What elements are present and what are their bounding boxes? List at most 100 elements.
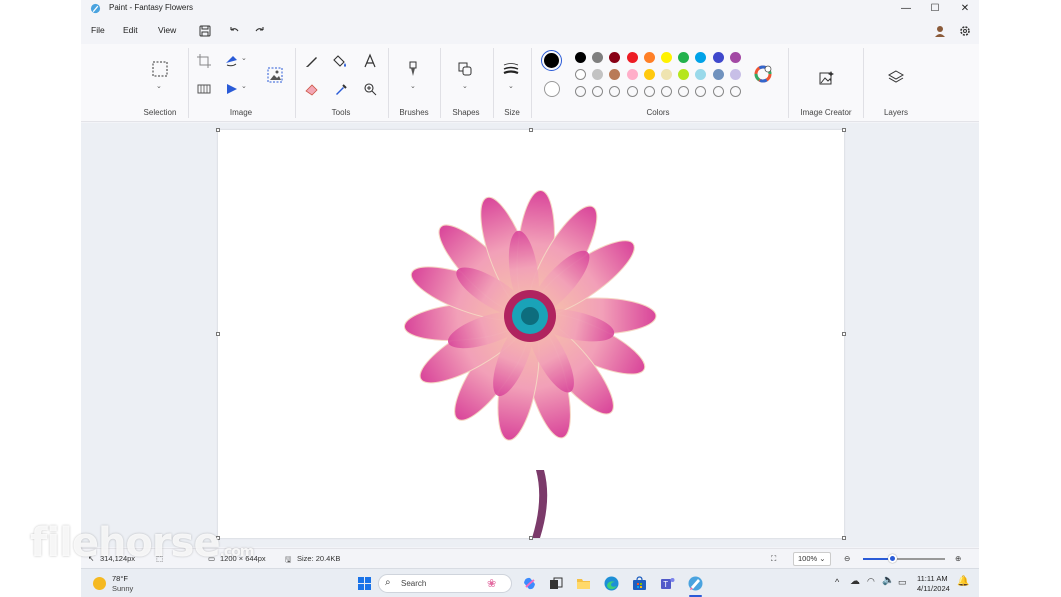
custom-color-slot[interactable] xyxy=(592,86,604,97)
color-swatch[interactable] xyxy=(609,52,621,63)
color-swatch[interactable] xyxy=(661,52,672,63)
size-chevron-down-icon[interactable]: ⌄ xyxy=(508,82,514,90)
weather-sun-icon[interactable] xyxy=(93,577,106,590)
image-creator-icon[interactable] xyxy=(817,69,835,87)
custom-color-slot[interactable] xyxy=(575,86,586,97)
flip-chevron-down-icon[interactable]: ⌄ xyxy=(241,82,247,90)
edge-icon[interactable] xyxy=(603,575,620,592)
color-picker-icon[interactable] xyxy=(332,80,350,98)
task-view-icon[interactable] xyxy=(547,575,564,592)
zoom-slider[interactable] xyxy=(863,554,945,563)
menu-file[interactable]: File xyxy=(91,25,105,35)
start-windows-icon[interactable] xyxy=(356,575,373,592)
brushes-chevron-down-icon[interactable]: ⌄ xyxy=(410,82,416,90)
taskbar-search[interactable]: ⌕ Search ❀ xyxy=(378,574,512,593)
color-swatch[interactable] xyxy=(643,69,655,80)
menu-view[interactable]: View xyxy=(158,25,176,35)
zoom-in-icon[interactable]: ⊕ xyxy=(955,554,961,563)
color-swatch[interactable] xyxy=(695,52,707,63)
size-icon[interactable] xyxy=(502,60,520,78)
custom-color-slot[interactable] xyxy=(695,86,707,97)
notification-bell-icon[interactable]: 🔔 xyxy=(957,576,969,587)
resize-handle[interactable] xyxy=(529,128,533,132)
resize-handle[interactable] xyxy=(216,128,220,132)
color-swatch[interactable] xyxy=(609,69,621,80)
color-swatch[interactable] xyxy=(729,52,741,63)
weather-temp[interactable]: 78°F xyxy=(112,574,128,583)
secondary-color-selector[interactable] xyxy=(544,81,560,97)
color-swatch[interactable] xyxy=(575,52,586,63)
custom-color-slot[interactable] xyxy=(678,86,690,97)
battery-icon[interactable]: ▭ xyxy=(898,577,907,588)
flip-icon[interactable] xyxy=(223,80,241,98)
rotate-chevron-down-icon[interactable]: ⌄ xyxy=(241,54,247,62)
color-swatch[interactable] xyxy=(626,69,638,80)
selection-chevron-down-icon[interactable]: ⌄ xyxy=(156,82,162,90)
store-icon[interactable] xyxy=(631,575,648,592)
pencil-icon[interactable] xyxy=(303,52,321,70)
color-swatch[interactable] xyxy=(643,52,655,63)
color-swatch[interactable] xyxy=(575,69,586,80)
paint-taskbar-icon[interactable] xyxy=(687,575,704,592)
edit-colors-icon[interactable] xyxy=(754,65,772,83)
resize-handle[interactable] xyxy=(216,332,220,336)
color-swatch[interactable] xyxy=(712,52,724,63)
custom-color-slot[interactable] xyxy=(712,86,724,97)
teams-icon[interactable]: T xyxy=(659,575,676,592)
color-swatch[interactable] xyxy=(592,52,604,63)
image-background-icon[interactable] xyxy=(266,66,284,84)
rotate-icon[interactable] xyxy=(223,52,241,70)
redo-icon[interactable] xyxy=(253,24,267,38)
minimize-button[interactable]: — xyxy=(891,1,921,16)
close-button[interactable]: ✕ xyxy=(950,1,979,16)
profile-icon[interactable] xyxy=(933,24,947,38)
volume-icon[interactable]: 🔈 xyxy=(882,575,894,586)
weather-condition[interactable]: Sunny xyxy=(112,584,133,593)
color-swatch[interactable] xyxy=(626,52,638,63)
custom-color-slot[interactable] xyxy=(626,86,638,97)
fill-icon[interactable] xyxy=(332,52,350,70)
save-icon[interactable] xyxy=(198,24,212,38)
select-icon[interactable] xyxy=(151,60,169,78)
drawing-canvas[interactable] xyxy=(218,130,844,538)
primary-color-selector[interactable] xyxy=(541,50,562,71)
brush-icon[interactable] xyxy=(404,60,422,78)
copilot-icon[interactable] xyxy=(521,575,538,592)
color-swatch[interactable] xyxy=(678,69,690,80)
file-explorer-icon[interactable] xyxy=(575,575,592,592)
color-swatch[interactable] xyxy=(678,52,690,63)
custom-color-slot[interactable] xyxy=(609,86,621,97)
menu-edit[interactable]: Edit xyxy=(123,25,138,35)
fit-to-window-icon[interactable]: ⛶ xyxy=(771,554,776,564)
custom-color-slot[interactable] xyxy=(643,86,655,97)
chevron-up-icon[interactable]: ^ xyxy=(835,577,839,587)
onedrive-cloud-icon[interactable]: ☁ xyxy=(850,576,860,587)
layers-icon[interactable] xyxy=(887,68,905,86)
zoom-out-icon[interactable]: ⊖ xyxy=(844,554,850,563)
custom-color-slot[interactable] xyxy=(729,86,741,97)
eraser-icon[interactable] xyxy=(303,80,321,98)
custom-color-slot[interactable] xyxy=(661,86,672,97)
resize-handle[interactable] xyxy=(842,128,846,132)
maximize-button[interactable]: ☐ xyxy=(920,1,950,16)
color-swatch[interactable] xyxy=(729,69,741,80)
magnifier-icon[interactable] xyxy=(361,80,379,98)
settings-icon[interactable] xyxy=(958,24,972,38)
undo-icon[interactable] xyxy=(227,24,241,38)
zoom-dropdown[interactable]: 100% ⌄ xyxy=(793,552,831,566)
resize-handle[interactable] xyxy=(842,332,846,336)
wifi-icon[interactable]: ◠ xyxy=(867,576,875,587)
clock-date[interactable]: 4/11/2024 xyxy=(917,584,950,593)
color-swatch[interactable] xyxy=(661,69,672,80)
resize-handle[interactable] xyxy=(842,536,846,540)
text-icon[interactable] xyxy=(361,52,379,70)
clock-time[interactable]: 11:11 AM xyxy=(917,574,948,583)
zoom-slider-thumb[interactable] xyxy=(887,554,897,563)
resize-icon[interactable] xyxy=(195,80,213,98)
color-swatch[interactable] xyxy=(695,69,707,80)
crop-icon[interactable] xyxy=(195,52,213,70)
resize-handle[interactable] xyxy=(529,536,533,540)
color-swatch[interactable] xyxy=(592,69,604,80)
shapes-icon[interactable] xyxy=(456,60,474,78)
shapes-chevron-down-icon[interactable]: ⌄ xyxy=(462,82,468,90)
